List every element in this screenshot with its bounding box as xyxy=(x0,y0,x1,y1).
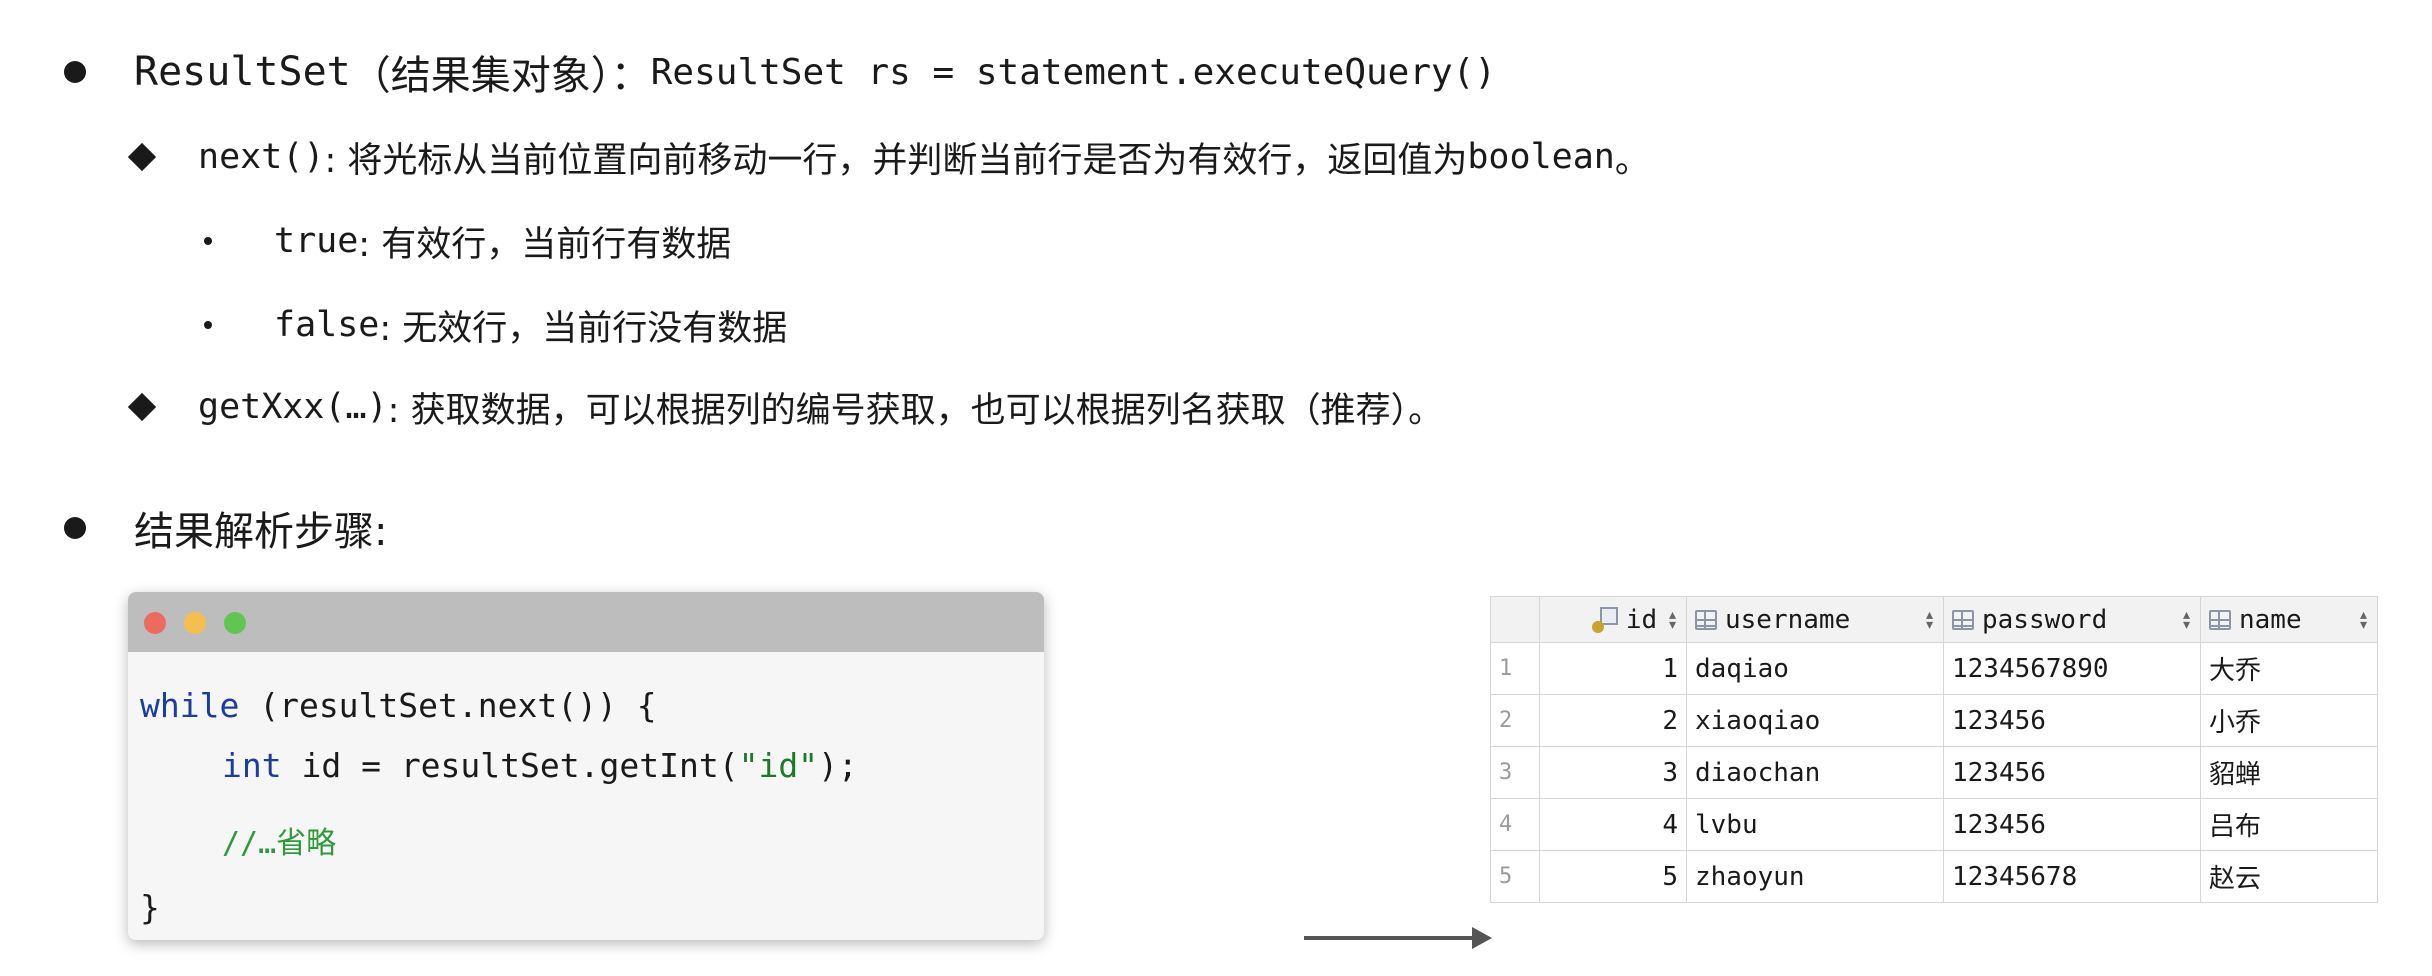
cell-username[interactable]: lvbu xyxy=(1686,798,1944,851)
cell-username[interactable]: zhaoyun xyxy=(1686,850,1944,903)
getxxx-code: getXxx(…) xyxy=(198,387,388,427)
cell-id[interactable]: 2 xyxy=(1539,694,1687,747)
table-row[interactable]: 5 5 zhaoyun 12345678 赵云 xyxy=(1490,850,2378,903)
bullet-dot xyxy=(64,517,86,539)
arrow-head-icon xyxy=(1472,927,1492,949)
window-title-bar xyxy=(128,592,1044,652)
cell-username[interactable]: daqiao xyxy=(1686,642,1944,695)
cell-password[interactable]: 12345678 xyxy=(1943,850,2201,903)
cell-password[interactable]: 123456 xyxy=(1943,694,2201,747)
cell-id[interactable]: 1 xyxy=(1539,642,1687,695)
code-comment: //…省略 xyxy=(222,826,337,861)
steps-title: 结果解析步骤: xyxy=(134,509,388,555)
table-row[interactable]: 3 3 diaochan 123456 貂蝉 xyxy=(1490,746,2378,799)
code-line-4: } xyxy=(140,888,160,927)
false-line: false : 无效行，当前行没有数据 xyxy=(204,298,787,352)
code-line-2: int id = resultSet.getInt("id"); xyxy=(222,746,858,785)
cell-id[interactable]: 5 xyxy=(1539,850,1687,903)
getxxx-line: getXxx(…) : 获取数据，可以根据列的编号获取，也可以根据列名获取（推荐… xyxy=(127,380,1444,434)
next-line: next() : 将光标从当前位置向前移动一行，并判断当前行是否为有效行，返回值… xyxy=(127,130,1650,184)
cell-password[interactable]: 123456 xyxy=(1943,746,2201,799)
sort-icon[interactable]: ▴ ▾ xyxy=(1667,605,1678,633)
cell-name[interactable]: 小乔 xyxy=(2200,694,2378,747)
row-number: 1 xyxy=(1490,642,1540,695)
bullet-diamond xyxy=(127,392,157,422)
cell-name[interactable]: 貂蝉 xyxy=(2200,746,2378,799)
cell-name[interactable]: 大乔 xyxy=(2200,642,2378,695)
next-end: 。 xyxy=(1614,140,1650,181)
steps-title-line: 结果解析步骤: xyxy=(64,500,387,556)
bullet-small xyxy=(204,321,212,329)
resultset-paren: （结果集对象）： xyxy=(350,53,651,99)
code-window: while (resultSet.next()) { int id = resu… xyxy=(128,592,1044,940)
column-header-name[interactable]: name ▴ ▾ xyxy=(2200,596,2378,643)
code-text: ); xyxy=(818,746,858,785)
column-icon xyxy=(1695,609,1717,630)
code-string: "id" xyxy=(738,746,819,785)
resultset-line: ResultSet （结果集对象）： ResultSet rs = statem… xyxy=(64,44,1496,100)
cell-id[interactable]: 3 xyxy=(1539,746,1687,799)
row-number: 3 xyxy=(1490,746,1540,799)
code-keyword: while xyxy=(140,686,240,725)
bullet-small xyxy=(204,237,212,245)
sort-icon[interactable]: ▴ ▾ xyxy=(2181,605,2192,633)
cell-password[interactable]: 1234567890 xyxy=(1943,642,2201,695)
row-number: 2 xyxy=(1490,694,1540,747)
column-icon xyxy=(1952,609,1974,630)
next-desc: : 将光标从当前位置向前移动一行，并判断当前行是否为有效行，返回值为 xyxy=(324,140,1468,181)
table-row[interactable]: 1 1 daqiao 1234567890 大乔 xyxy=(1490,642,2378,695)
cell-name[interactable]: 吕布 xyxy=(2200,798,2378,851)
row-number: 5 xyxy=(1490,850,1540,903)
primary-key-icon xyxy=(1591,606,1618,633)
sort-icon[interactable]: ▴ ▾ xyxy=(2358,605,2369,633)
code-line-1: while (resultSet.next()) { xyxy=(140,686,657,725)
getxxx-desc: : 获取数据，可以根据列的编号获取，也可以根据列名获取（推荐）。 xyxy=(387,390,1444,431)
false-code: false xyxy=(274,305,380,345)
bullet-dot xyxy=(64,61,86,83)
column-icon xyxy=(2209,609,2231,630)
column-header-id[interactable]: id ▴ ▾ xyxy=(1539,596,1687,643)
column-header-label: password xyxy=(1982,604,2108,635)
row-number: 4 xyxy=(1490,798,1540,851)
resultset-name: ResultSet xyxy=(134,49,351,95)
minimize-light-icon xyxy=(184,612,206,634)
next-code: next() xyxy=(198,137,325,177)
true-line: true : 有效行，当前行有数据 xyxy=(204,214,731,268)
true-desc: : 有效行，当前行有数据 xyxy=(358,224,732,265)
column-header-label: name xyxy=(2239,604,2302,635)
code-text: id = resultSet.getInt( xyxy=(281,746,739,785)
table-header-row: id ▴▾ username ▴▾ password ▴▾ name ▴ xyxy=(1490,596,2378,643)
cell-username[interactable]: xiaoqiao xyxy=(1686,694,1944,747)
result-table: id ▴▾ username ▴▾ password ▴▾ name ▴ xyxy=(1490,596,2378,903)
row-number-header xyxy=(1490,596,1540,643)
close-light-icon xyxy=(144,612,166,634)
column-header-label: username xyxy=(1725,604,1851,635)
sort-icon[interactable]: ▴ ▾ xyxy=(1924,605,1935,633)
table-row[interactable]: 2 2 xiaoqiao 123456 小乔 xyxy=(1490,694,2378,747)
resultset-code: ResultSet rs = statement.executeQuery() xyxy=(650,51,1497,93)
cell-username[interactable]: diaochan xyxy=(1686,746,1944,799)
column-header-password[interactable]: password ▴ ▾ xyxy=(1943,596,2201,643)
maximize-light-icon xyxy=(224,612,246,634)
column-header-username[interactable]: username ▴ ▾ xyxy=(1686,596,1944,643)
cell-id[interactable]: 4 xyxy=(1539,798,1687,851)
table-row[interactable]: 4 4 lvbu 123456 吕布 xyxy=(1490,798,2378,851)
column-header-label: id xyxy=(1625,604,1658,635)
arrow-line xyxy=(1304,936,1474,940)
true-code: true xyxy=(274,221,359,261)
cell-password[interactable]: 123456 xyxy=(1943,798,2201,851)
bullet-diamond xyxy=(127,142,157,172)
cell-name[interactable]: 赵云 xyxy=(2200,850,2378,903)
code-keyword: int xyxy=(222,746,282,785)
false-desc: : 无效行，当前行没有数据 xyxy=(379,308,788,349)
code-text: (resultSet.next()) { xyxy=(239,686,657,725)
next-type: boolean xyxy=(1467,137,1615,177)
